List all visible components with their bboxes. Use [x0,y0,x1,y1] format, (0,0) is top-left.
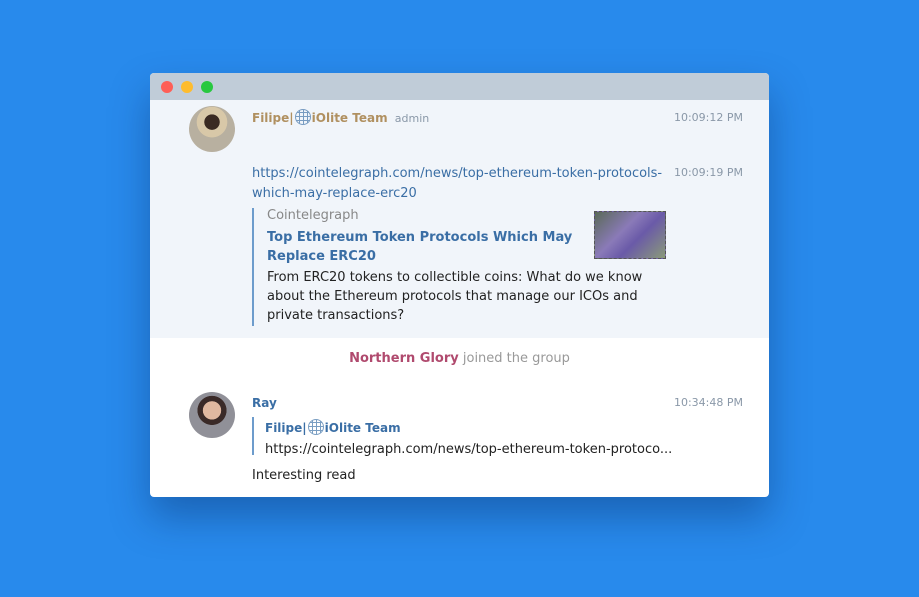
reply-bar [252,417,254,455]
globe-icon [307,419,324,435]
minimize-button[interactable] [181,81,193,93]
message-time: 10:09:19 PM [673,166,743,179]
avatar-ray[interactable] [189,392,235,438]
reply-quote-author[interactable]: Filipe| iOlite Team [265,419,401,435]
globe-icon [294,109,311,125]
avatar-filipe[interactable] [189,106,235,152]
close-button[interactable] [161,81,173,93]
service-message: Northern Glory joined the group [349,351,570,366]
preview-thumbnail[interactable] [594,211,666,259]
admin-badge: admin [394,112,430,125]
message-text: Interesting read [252,468,356,483]
preview-title[interactable]: Top Ethereum Token Protocols Which May Re… [267,228,572,266]
reply-quote-text[interactable]: https://cointelegraph.com/news/top-ether… [265,442,672,457]
preview-site: Cointelegraph [267,208,359,223]
chat-window: Filipe| iOlite Team admin 10:09:12 PM htt… [150,73,769,497]
message-author[interactable]: Ray [252,396,277,410]
title-bar [150,73,769,100]
message-link[interactable]: https://cointelegraph.com/news/top-ether… [252,164,662,204]
preview-description: From ERC20 tokens to collectible coins: … [267,270,643,323]
message-author[interactable]: Filipe| iOlite Team admin [252,109,429,125]
message-time: 10:34:48 PM [673,396,743,409]
preview-bar [252,208,254,326]
maximize-button[interactable] [201,81,213,93]
message-time: 10:09:12 PM [673,111,743,124]
joined-user[interactable]: Northern Glory [349,351,459,366]
